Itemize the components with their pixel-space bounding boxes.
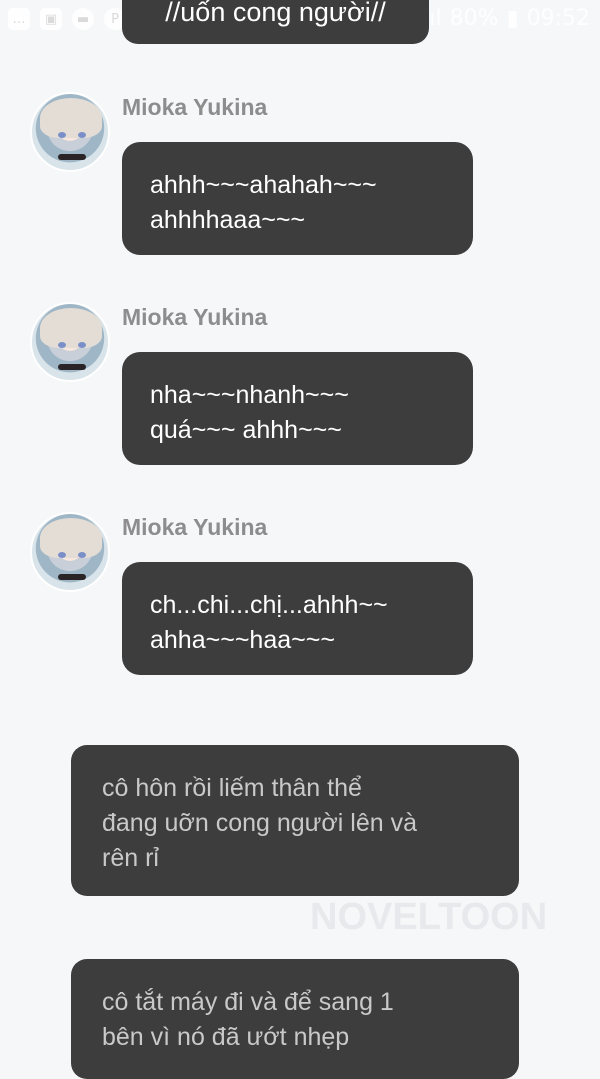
clock: 09:52 [526, 6, 590, 31]
avatar[interactable] [30, 302, 110, 382]
previous-message-bubble[interactable]: //uốn cong người// [122, 0, 429, 44]
message-bubble[interactable]: ch...chi...chị...ahhh~~ ahha~~~haa~~~ [122, 562, 473, 675]
message-line: ahha~~~haa~~~ [150, 626, 335, 654]
narration-box[interactable]: cô hôn rồi liếm thân thể đang uỡn cong n… [71, 745, 519, 896]
sender-name: Mioka Yukina [122, 304, 268, 330]
message-line: ahhh~~~ahahah~~~ [150, 171, 377, 199]
narration-line: bên vì nó đã ướt nhẹp [102, 1023, 350, 1051]
avatar[interactable] [30, 512, 110, 592]
narration-box[interactable]: cô tắt máy đi và để sang 1 bên vì nó đã … [71, 959, 519, 1079]
message-line: nha~~~nhanh~~~ [150, 381, 349, 409]
previous-message-text: //uốn cong người// [165, 0, 386, 27]
narration-line: cô tắt máy đi và để sang 1 [102, 988, 394, 1016]
battery-icon: ▮ [506, 6, 519, 31]
message-line: ch...chi...chị...ahhh~~ [150, 591, 388, 619]
sender-name: Mioka Yukina [122, 514, 268, 540]
gallery-icon: ▣ [40, 8, 62, 30]
chat-icon: ▬ [72, 8, 94, 30]
message-bubble[interactable]: ahhh~~~ahahah~~~ ahhhhaaa~~~ [122, 142, 473, 255]
message-line: quá~~~ ahhh~~~ [150, 416, 342, 444]
narration-line: cô hôn rồi liếm thân thể [102, 774, 362, 802]
battery-percent: 80% [449, 6, 499, 31]
message-line: ahhhhaaa~~~ [150, 206, 306, 234]
noveltoon-watermark: NOVELTOON [310, 896, 548, 938]
narration-line: đang uỡn cong người lên và [102, 809, 418, 837]
narration-line: rên rỉ [102, 844, 159, 872]
avatar[interactable] [30, 92, 110, 172]
messenger-icon: … [8, 8, 30, 30]
sender-name: Mioka Yukina [122, 94, 268, 120]
message-bubble[interactable]: nha~~~nhanh~~~ quá~~~ ahhh~~~ [122, 352, 473, 465]
